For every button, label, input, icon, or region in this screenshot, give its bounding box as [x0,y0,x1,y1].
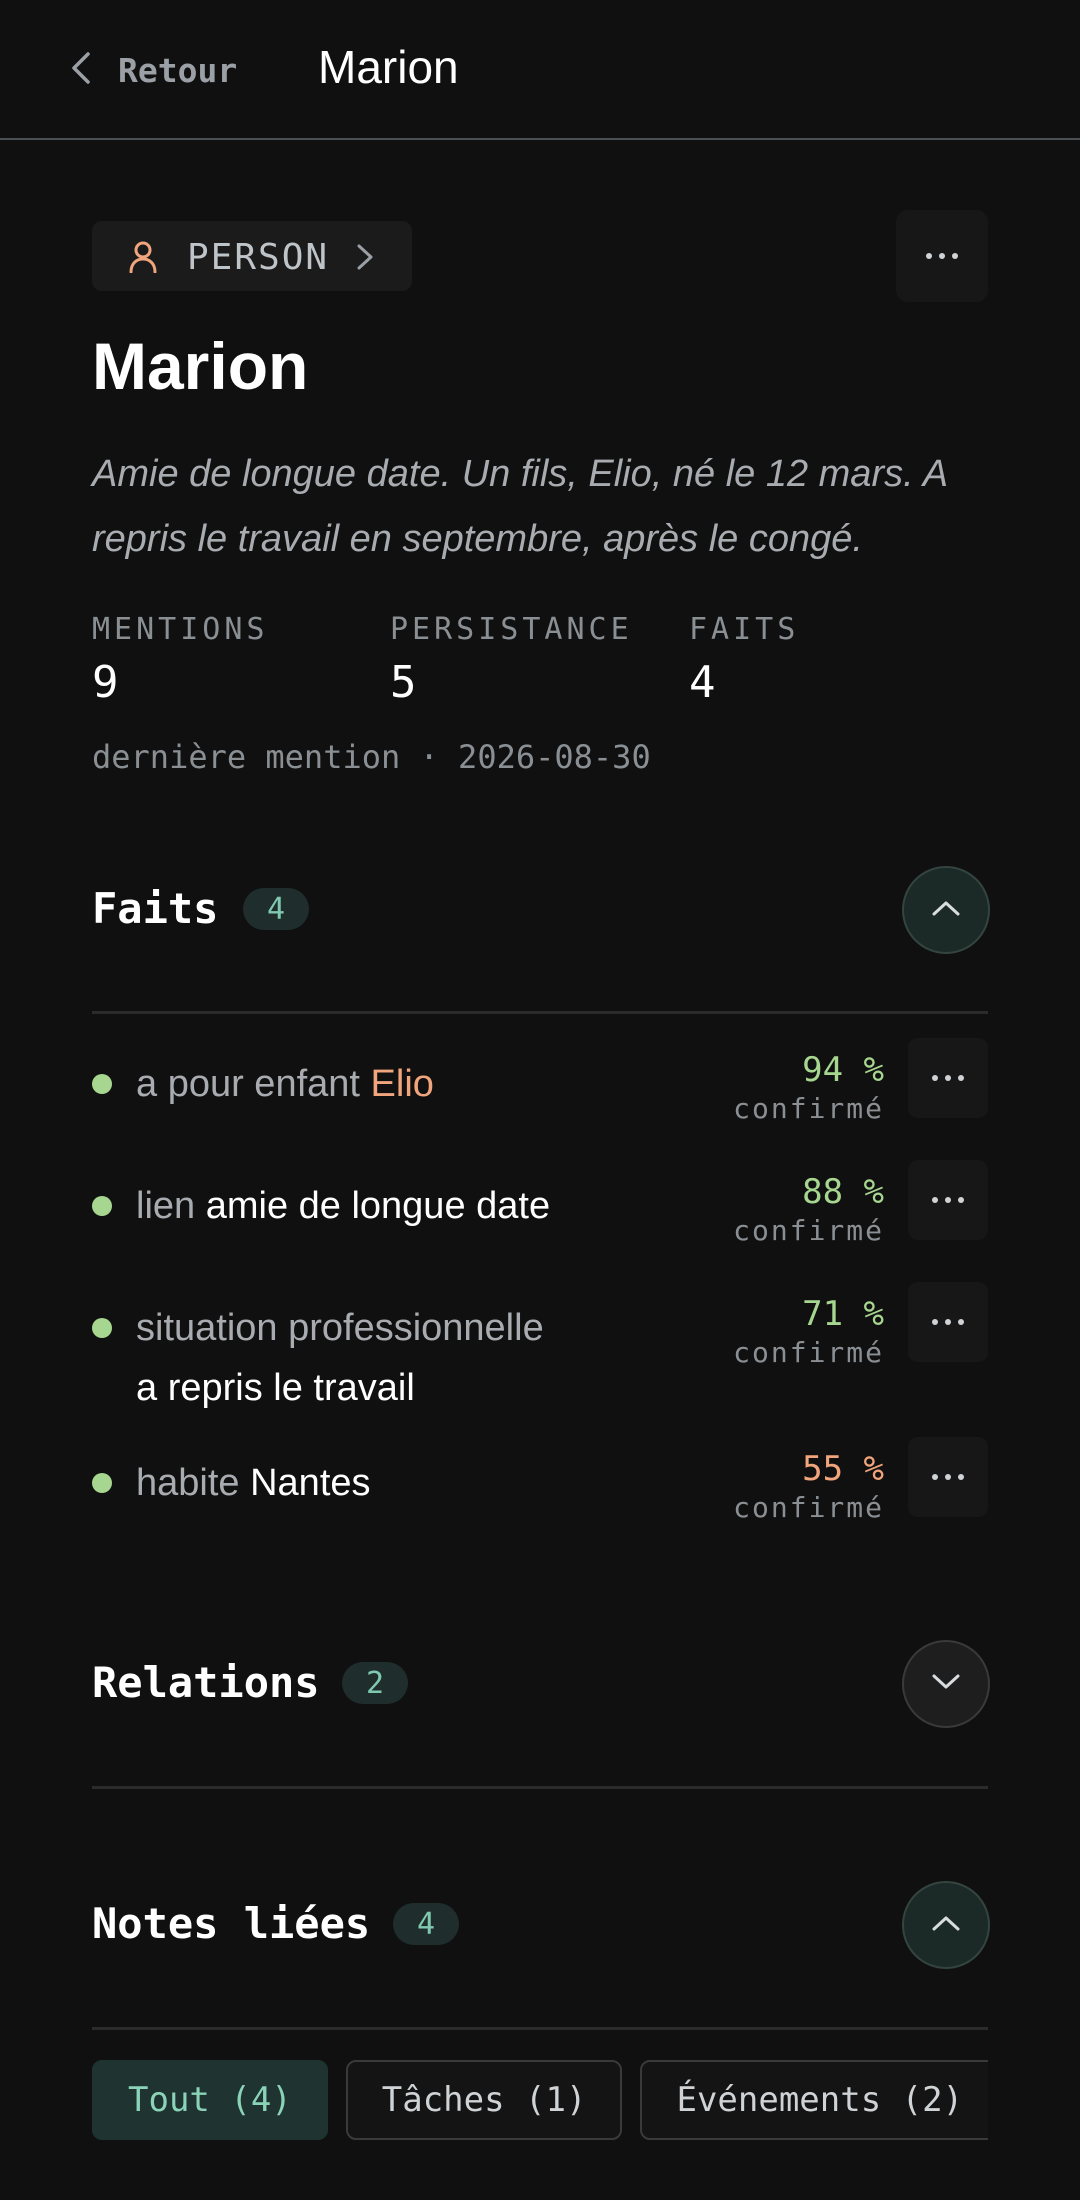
back-label: Retour [118,50,238,90]
section-title-notes: Notes liées [92,1899,371,1948]
entity-name: Marion [92,329,309,403]
fact-predicate: situation professionnelle [136,1307,544,1349]
status-dot [92,1473,112,1493]
more-horizontal-icon [926,253,958,259]
fact-text: lien amie de longue date [136,1176,696,1236]
status-dot [92,1318,112,1338]
entity-description: Amie de longue date. Un fils, Elio, né l… [92,453,947,560]
top-bar: Retour Marion [0,0,1080,140]
stat-label: MENTIONS [92,612,269,647]
relations-expand-button[interactable] [902,1640,990,1728]
chevron-up-icon [931,1914,961,1937]
page-title: Marion [318,41,459,93]
stat-faits: FAITS 4 [689,612,799,708]
fact-more-button[interactable] [908,1282,988,1362]
fact-predicate: habite [136,1462,240,1504]
more-horizontal-icon [932,1197,964,1203]
fact-more-button[interactable] [908,1160,988,1240]
status-dot [92,1074,112,1094]
notes-count-badge: 4 [393,1903,459,1945]
fact-object: a repris le travail [136,1367,415,1409]
fact-object: amie de longue date [205,1185,551,1227]
fact-predicate: a pour enfant [136,1063,360,1105]
notes-collapse-button[interactable] [902,1881,990,1969]
fact-text: situation professionnelle a repris le tr… [136,1298,696,1418]
chevron-down-icon [931,1673,961,1696]
entity-more-button[interactable] [896,210,988,302]
divider [92,1011,988,1014]
entity-type-chip[interactable]: PERSON [92,221,412,291]
section-title-relations: Relations [92,1658,320,1707]
faits-count-badge: 4 [243,888,309,930]
fact-status: confirmé [733,1092,884,1125]
fact-confidence: 55 % [802,1449,884,1489]
fact-object: Nantes [250,1462,371,1504]
stat-label: FAITS [689,612,800,647]
status-dot [92,1196,112,1216]
faits-collapse-button[interactable] [902,866,990,954]
filter-all[interactable]: Tout (4) [92,2060,328,2140]
fact-more-button[interactable] [908,1038,988,1118]
stat-value: 4 [689,657,716,708]
fact-text: a pour enfant Elio [136,1054,696,1114]
fact-confidence: 71 % [802,1294,884,1334]
section-title-faits: Faits [92,884,219,933]
divider [92,1786,988,1789]
stat-persistance: PERSISTANCE 5 [390,612,633,708]
entity-type-label: PERSON [187,237,330,278]
last-mention: dernière mention · 2026-08-30 [92,738,651,776]
divider [92,2027,988,2030]
chevron-left-icon [70,50,92,91]
stat-label: PERSISTANCE [390,612,633,647]
stat-value: 5 [390,657,417,708]
person-icon [128,241,158,278]
back-button[interactable]: Retour [70,48,237,92]
more-horizontal-icon [932,1075,964,1081]
fact-status: confirmé [733,1214,884,1247]
relations-count-badge: 2 [342,1662,408,1704]
fact-text: habite Nantes [136,1453,696,1513]
chevron-right-icon [356,243,374,276]
fact-more-button[interactable] [908,1437,988,1517]
fact-status: confirmé [733,1336,884,1369]
fact-status: confirmé [733,1491,884,1524]
filter-track: Tout (4) Tâches (1) Événements (2) [92,2060,988,2140]
fact-object-link[interactable]: Elio [371,1063,434,1105]
stat-value: 9 [92,657,119,708]
stat-mentions: MENTIONS 9 [92,612,269,708]
filter-tasks[interactable]: Tâches (1) [345,2060,623,2140]
fact-predicate: lien [136,1185,196,1227]
filter-events[interactable]: Événements (2) [640,2060,988,2140]
chevron-up-icon [931,899,961,922]
fact-confidence: 94 % [802,1050,884,1090]
more-horizontal-icon [932,1319,964,1325]
fact-confidence: 88 % [802,1172,884,1212]
more-horizontal-icon [932,1474,964,1480]
note-filters: Tout (4) Tâches (1) Événements (2) [92,2060,988,2140]
